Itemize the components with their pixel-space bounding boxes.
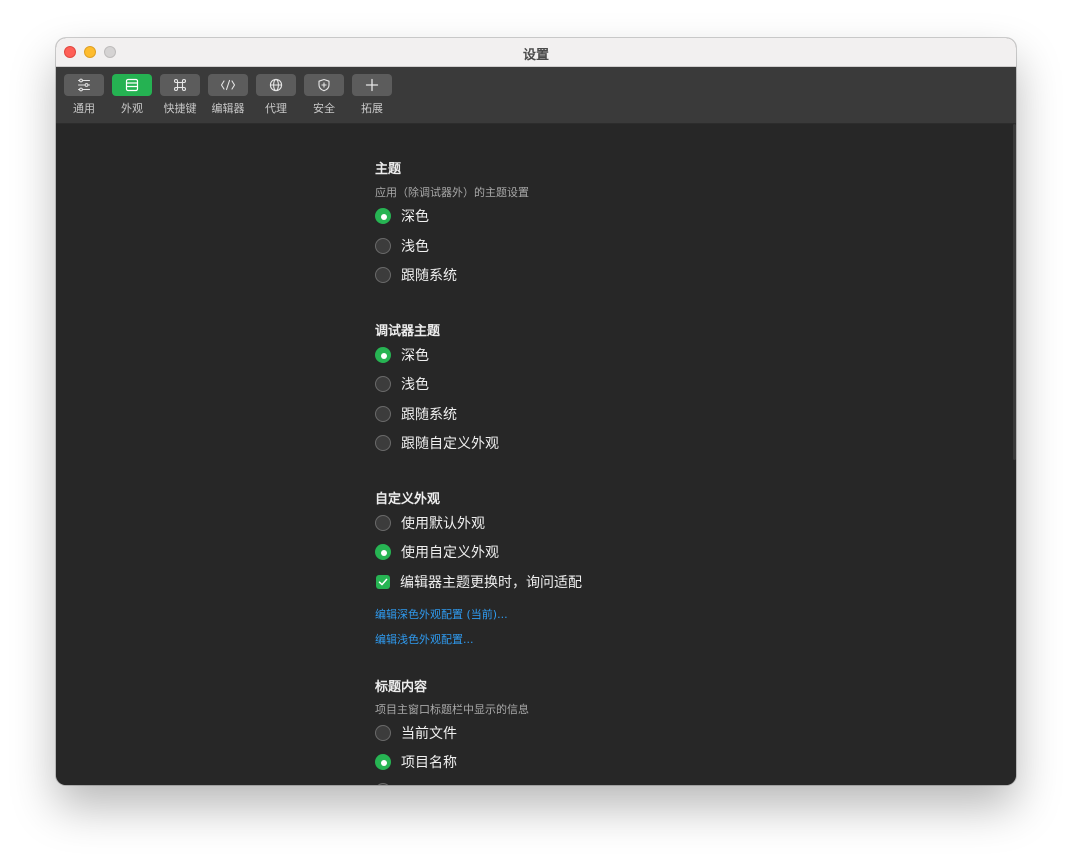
theme-option-light[interactable]: 浅色	[375, 236, 429, 256]
title-content-option-current-file[interactable]: 当前文件	[375, 723, 457, 743]
tab-extensions[interactable]: 拓展	[352, 74, 392, 116]
custom-appearance-section-title: 自定义外观	[375, 492, 441, 507]
window-title: 设置	[522, 48, 549, 63]
option-label: 跟随自定义外观	[401, 436, 499, 452]
title-content-section-description: 项目主窗口标题栏中显示的信息	[375, 703, 529, 716]
code-brackets-icon	[208, 74, 248, 96]
radio-button[interactable]	[375, 376, 391, 392]
radio-button[interactable]	[375, 435, 391, 451]
option-label: 浅色	[401, 377, 429, 393]
tab-appearance[interactable]: 外观	[112, 74, 152, 116]
tab-editor[interactable]: 编辑器	[208, 74, 248, 116]
radio-button[interactable]	[375, 406, 391, 422]
option-label: 跟随系统	[401, 407, 457, 423]
tab-extensions-label: 拓展	[361, 102, 383, 115]
theme-section-title: 主题	[375, 162, 402, 177]
radio-button[interactable]	[375, 238, 391, 254]
option-label: 当前文件	[401, 726, 457, 742]
debugger-theme-option-dark[interactable]: 深色	[375, 345, 429, 365]
radio-button-selected[interactable]	[375, 208, 391, 224]
theme-option-dark[interactable]: 深色	[375, 206, 429, 226]
checkmark-icon	[378, 578, 388, 586]
title-content-option-project-name[interactable]: 项目名称	[375, 752, 457, 772]
settings-toolbar: 通用 外观 快捷键 编辑器 代理 安全 拓展	[56, 67, 1016, 124]
globe-icon	[256, 74, 296, 96]
radio-button-selected[interactable]	[375, 347, 391, 363]
title-content-section-title: 标题内容	[375, 680, 428, 695]
title-content-option-partially-hidden[interactable]	[375, 781, 391, 785]
window-layout-icon	[112, 74, 152, 96]
debugger-theme-option-follow-custom[interactable]: 跟随自定义外观	[375, 433, 499, 453]
option-label: 浅色	[401, 239, 429, 255]
custom-appearance-option-default[interactable]: 使用默认外观	[375, 513, 485, 533]
tab-security[interactable]: 安全	[304, 74, 344, 116]
radio-button[interactable]	[375, 515, 391, 531]
tab-general[interactable]: 通用	[64, 74, 104, 116]
radio-button-selected[interactable]	[375, 754, 391, 770]
settings-content: 主题 应用（除调试器外）的主题设置 深色 浅色 跟随系统 调试器主题 深色 浅色…	[56, 124, 1012, 785]
theme-section-description: 应用（除调试器外）的主题设置	[375, 186, 529, 199]
theme-option-follow-system[interactable]: 跟随系统	[375, 265, 457, 285]
debugger-theme-option-follow-system[interactable]: 跟随系统	[375, 404, 457, 424]
debugger-theme-option-light[interactable]: 浅色	[375, 374, 429, 394]
option-label: 使用自定义外观	[401, 545, 499, 561]
radio-button[interactable]	[375, 725, 391, 741]
option-label: 使用默认外观	[401, 516, 485, 532]
radio-button-selected[interactable]	[375, 544, 391, 560]
option-label: 编辑器主题更换时，询问适配	[400, 575, 582, 591]
edit-dark-appearance-link[interactable]: 编辑深色外观配置 (当前)...	[375, 606, 508, 622]
option-label: 项目名称	[401, 755, 457, 771]
shield-icon	[304, 74, 344, 96]
title-bar: 设置	[56, 38, 1016, 67]
plus-icon	[352, 74, 392, 96]
command-key-icon	[160, 74, 200, 96]
edit-light-appearance-link[interactable]: 编辑浅色外观配置...	[375, 631, 474, 647]
tab-proxy[interactable]: 代理	[256, 74, 296, 116]
option-label: 深色	[401, 348, 429, 364]
debugger-theme-section-title: 调试器主题	[375, 324, 441, 339]
option-label: 跟随系统	[401, 268, 457, 284]
sliders-icon	[64, 74, 104, 96]
scrollbar-thumb[interactable]	[1013, 124, 1016, 460]
option-label: 深色	[401, 209, 429, 225]
vertical-scrollbar[interactable]	[1012, 124, 1016, 785]
checkbox-checked[interactable]	[376, 575, 390, 589]
settings-window: 设置 通用 外观 快捷键 编辑器 代理 安全 拓展 主题 应用（除调试器外）的主…	[56, 38, 1016, 785]
ask-adapt-on-theme-change-option[interactable]: 编辑器主题更换时，询问适配	[376, 572, 582, 592]
custom-appearance-option-custom[interactable]: 使用自定义外观	[375, 542, 499, 562]
tab-shortcuts[interactable]: 快捷键	[160, 74, 200, 116]
radio-button[interactable]	[375, 267, 391, 283]
radio-button[interactable]	[375, 783, 391, 785]
